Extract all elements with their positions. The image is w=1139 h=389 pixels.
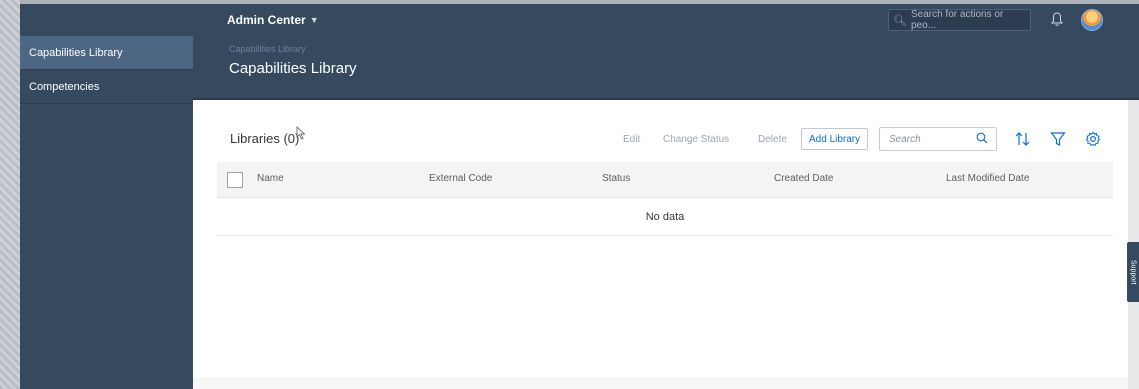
- change-status-button[interactable]: Change Status: [663, 128, 729, 150]
- table-row: No data: [217, 198, 1113, 236]
- select-all-checkbox[interactable]: [227, 172, 243, 188]
- column-header-status[interactable]: Status: [602, 173, 630, 184]
- content-footer: [193, 377, 1139, 389]
- search-icon: 🔍︎: [893, 14, 907, 27]
- filter-icon[interactable]: [1048, 129, 1068, 149]
- app-title-menu[interactable]: Admin Center ▼: [227, 4, 319, 36]
- global-search-input[interactable]: 🔍︎ Search for actions or peo...: [888, 9, 1031, 31]
- column-header-external-code[interactable]: External Code: [429, 173, 492, 184]
- background-left: [0, 0, 20, 389]
- support-tab-label: Support: [1129, 259, 1137, 285]
- settings-icon[interactable]: [1083, 129, 1103, 149]
- no-data-text: No data: [645, 211, 685, 223]
- page-title: Capabilities Library: [229, 60, 357, 77]
- column-header-last-modified-date[interactable]: Last Modified Date: [946, 173, 1029, 184]
- search-icon[interactable]: [976, 132, 988, 147]
- page-header: Capabilities Library Capabilities Librar…: [193, 36, 1139, 100]
- bell-icon[interactable]: [1051, 12, 1065, 28]
- column-header-created-date[interactable]: Created Date: [774, 173, 833, 184]
- avatar[interactable]: [1081, 9, 1103, 31]
- sidebar: Capabilities Library Competencies: [20, 36, 193, 389]
- libraries-title: Libraries (0): [230, 131, 300, 146]
- breadcrumb[interactable]: Capabilities Library: [229, 44, 306, 54]
- main-content: Libraries (0) Edit Change Status Delete …: [193, 100, 1139, 389]
- libraries-table: Name External Code Status Created Date L…: [217, 162, 1113, 236]
- caret-down-icon: ▼: [309, 15, 319, 25]
- search-input[interactable]: Search: [879, 127, 997, 151]
- column-header-name[interactable]: Name: [257, 173, 284, 184]
- table-toolbar: Libraries (0) Edit Change Status Delete …: [217, 122, 1113, 154]
- sort-icon[interactable]: [1013, 129, 1033, 149]
- sidebar-item-competencies[interactable]: Competencies: [20, 70, 193, 104]
- delete-button[interactable]: Delete: [758, 128, 787, 150]
- sidebar-item-label: Competencies: [29, 80, 100, 93]
- sidebar-item-capabilities-library[interactable]: Capabilities Library: [20, 36, 193, 70]
- support-tab[interactable]: Support: [1127, 242, 1139, 302]
- sidebar-item-label: Capabilities Library: [29, 46, 123, 59]
- app-title: Admin Center: [227, 13, 306, 27]
- add-library-button[interactable]: Add Library: [801, 128, 869, 150]
- table-header: Name External Code Status Created Date L…: [217, 162, 1113, 198]
- search-placeholder: Search: [889, 133, 921, 145]
- edit-button[interactable]: Edit: [623, 128, 640, 150]
- global-search-placeholder: Search for actions or peo...: [910, 9, 1004, 31]
- admin-app: Admin Center ▼ 🔍︎ Search for actions or …: [20, 4, 1139, 389]
- shell-bar: Admin Center ▼ 🔍︎ Search for actions or …: [20, 4, 1139, 36]
- cursor-icon: [296, 125, 306, 143]
